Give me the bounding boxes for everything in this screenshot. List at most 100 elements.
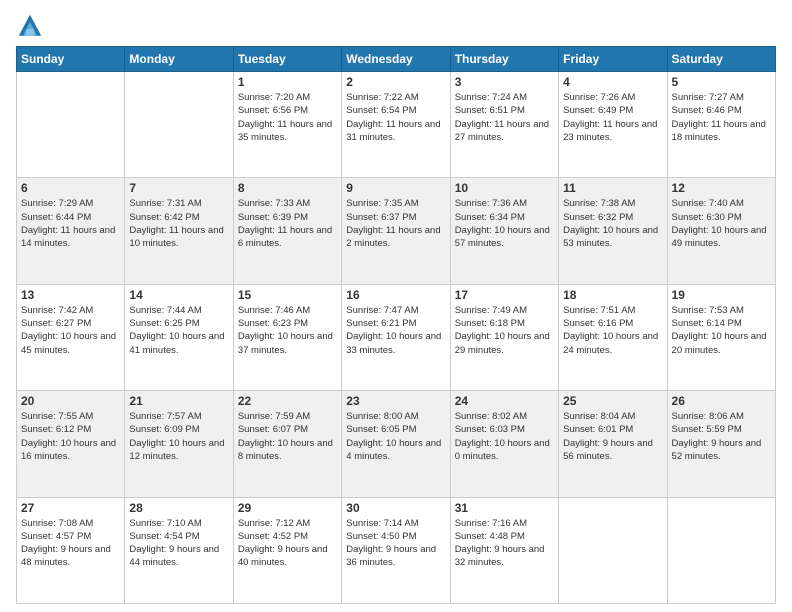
calendar-cell: 3Sunrise: 7:24 AMSunset: 6:51 PMDaylight… xyxy=(450,72,558,178)
day-number: 22 xyxy=(238,394,337,408)
calendar-cell: 30 Sunrise: 7:14 AMSunset: 4:50 PMDayligh… xyxy=(342,497,450,603)
day-number: 11 xyxy=(563,181,662,195)
logo xyxy=(16,12,48,40)
calendar-cell: 19 Sunrise: 7:53 AMSunset: 6:14 PMDayligh… xyxy=(667,284,775,390)
calendar-cell: 18 Sunrise: 7:51 AMSunset: 6:16 PMDayligh… xyxy=(559,284,667,390)
day-number: 23 xyxy=(346,394,445,408)
calendar-cell: 31Sunrise: 7:16 AMSunset: 4:48 PMDayligh… xyxy=(450,497,558,603)
day-detail: Sunrise: 7:10 AMSunset: 4:54 PMDaylight:… xyxy=(129,517,228,570)
day-detail: Sunrise: 7:14 AMSunset: 4:50 PMDaylight:… xyxy=(346,517,445,570)
day-detail: Sunrise: 7:08 AMSunset: 4:57 PMDaylight:… xyxy=(21,517,120,570)
day-detail: Sunrise: 7:20 AMSunset: 6:56 PMDaylight:… xyxy=(238,91,337,144)
day-number: 24 xyxy=(455,394,554,408)
day-number: 13 xyxy=(21,288,120,302)
calendar-cell: 16 Sunrise: 7:47 AMSunset: 6:21 PMDayligh… xyxy=(342,284,450,390)
day-detail: Sunrise: 7:44 AMSunset: 6:25 PMDaylight:… xyxy=(129,304,228,357)
day-number: 26 xyxy=(672,394,771,408)
calendar-cell: 8 Sunrise: 7:33 AMSunset: 6:39 PMDaylight… xyxy=(233,178,341,284)
calendar-cell: 10Sunrise: 7:36 AMSunset: 6:34 PMDayligh… xyxy=(450,178,558,284)
day-number: 27 xyxy=(21,501,120,515)
day-number: 3 xyxy=(455,75,554,89)
calendar-week-row: 1 Sunrise: 7:20 AMSunset: 6:56 PMDaylight… xyxy=(17,72,776,178)
calendar-cell: 24 Sunrise: 8:02 AMSunset: 6:03 PMDayligh… xyxy=(450,391,558,497)
calendar-cell: 14 Sunrise: 7:44 AMSunset: 6:25 PMDayligh… xyxy=(125,284,233,390)
day-of-week-header: Tuesday xyxy=(233,47,341,72)
day-detail: Sunrise: 7:40 AMSunset: 6:30 PMDaylight:… xyxy=(672,197,771,250)
day-number: 4 xyxy=(563,75,662,89)
day-number: 30 xyxy=(346,501,445,515)
calendar-cell xyxy=(559,497,667,603)
calendar-cell: 20 Sunrise: 7:55 AMSunset: 6:12 PMDayligh… xyxy=(17,391,125,497)
day-number: 29 xyxy=(238,501,337,515)
day-number: 7 xyxy=(129,181,228,195)
day-number: 9 xyxy=(346,181,445,195)
day-detail: Sunrise: 7:27 AMSunset: 6:46 PMDaylight:… xyxy=(672,91,771,144)
day-of-week-header: Sunday xyxy=(17,47,125,72)
calendar-cell: 11Sunrise: 7:38 AMSunset: 6:32 PMDayligh… xyxy=(559,178,667,284)
day-of-week-header: Friday xyxy=(559,47,667,72)
day-detail: Sunrise: 8:06 AMSunset: 5:59 PMDaylight:… xyxy=(672,410,771,463)
calendar-week-row: 6Sunrise: 7:29 AMSunset: 6:44 PMDaylight… xyxy=(17,178,776,284)
day-detail: Sunrise: 7:51 AMSunset: 6:16 PMDaylight:… xyxy=(563,304,662,357)
day-detail: Sunrise: 7:22 AMSunset: 6:54 PMDaylight:… xyxy=(346,91,445,144)
calendar-week-row: 13 Sunrise: 7:42 AMSunset: 6:27 PMDayligh… xyxy=(17,284,776,390)
day-number: 8 xyxy=(238,181,337,195)
day-detail: Sunrise: 8:04 AMSunset: 6:01 PMDaylight:… xyxy=(563,410,662,463)
day-number: 28 xyxy=(129,501,228,515)
day-detail: Sunrise: 7:57 AMSunset: 6:09 PMDaylight:… xyxy=(129,410,228,463)
logo-icon xyxy=(16,12,44,40)
calendar-table: SundayMondayTuesdayWednesdayThursdayFrid… xyxy=(16,46,776,604)
calendar-week-row: 27 Sunrise: 7:08 AMSunset: 4:57 PMDayligh… xyxy=(17,497,776,603)
calendar-cell: 28 Sunrise: 7:10 AMSunset: 4:54 PMDayligh… xyxy=(125,497,233,603)
calendar-cell: 4 Sunrise: 7:26 AMSunset: 6:49 PMDaylight… xyxy=(559,72,667,178)
calendar-cell: 29 Sunrise: 7:12 AMSunset: 4:52 PMDayligh… xyxy=(233,497,341,603)
day-detail: Sunrise: 7:42 AMSunset: 6:27 PMDaylight:… xyxy=(21,304,120,357)
day-of-week-header: Monday xyxy=(125,47,233,72)
calendar-cell: 9 Sunrise: 7:35 AMSunset: 6:37 PMDaylight… xyxy=(342,178,450,284)
day-number: 16 xyxy=(346,288,445,302)
day-number: 10 xyxy=(455,181,554,195)
day-detail: Sunrise: 8:00 AMSunset: 6:05 PMDaylight:… xyxy=(346,410,445,463)
day-number: 31 xyxy=(455,501,554,515)
day-number: 25 xyxy=(563,394,662,408)
calendar-cell xyxy=(125,72,233,178)
calendar-cell: 21 Sunrise: 7:57 AMSunset: 6:09 PMDayligh… xyxy=(125,391,233,497)
day-detail: Sunrise: 7:35 AMSunset: 6:37 PMDaylight:… xyxy=(346,197,445,250)
day-detail: Sunrise: 7:49 AMSunset: 6:18 PMDaylight:… xyxy=(455,304,554,357)
calendar-cell: 13 Sunrise: 7:42 AMSunset: 6:27 PMDayligh… xyxy=(17,284,125,390)
calendar-cell: 15Sunrise: 7:46 AMSunset: 6:23 PMDayligh… xyxy=(233,284,341,390)
day-number: 1 xyxy=(238,75,337,89)
calendar-cell: 6Sunrise: 7:29 AMSunset: 6:44 PMDaylight… xyxy=(17,178,125,284)
calendar-cell: 26 Sunrise: 8:06 AMSunset: 5:59 PMDayligh… xyxy=(667,391,775,497)
calendar-cell: 7 Sunrise: 7:31 AMSunset: 6:42 PMDaylight… xyxy=(125,178,233,284)
day-number: 6 xyxy=(21,181,120,195)
calendar-cell: 5 Sunrise: 7:27 AMSunset: 6:46 PMDaylight… xyxy=(667,72,775,178)
day-number: 5 xyxy=(672,75,771,89)
day-detail: Sunrise: 7:46 AMSunset: 6:23 PMDaylight:… xyxy=(238,304,337,357)
day-detail: Sunrise: 7:31 AMSunset: 6:42 PMDaylight:… xyxy=(129,197,228,250)
day-number: 20 xyxy=(21,394,120,408)
day-detail: Sunrise: 7:59 AMSunset: 6:07 PMDaylight:… xyxy=(238,410,337,463)
day-number: 21 xyxy=(129,394,228,408)
page-header xyxy=(16,12,776,40)
calendar-cell xyxy=(17,72,125,178)
day-detail: Sunrise: 7:33 AMSunset: 6:39 PMDaylight:… xyxy=(238,197,337,250)
day-number: 14 xyxy=(129,288,228,302)
day-of-week-header: Wednesday xyxy=(342,47,450,72)
day-detail: Sunrise: 7:47 AMSunset: 6:21 PMDaylight:… xyxy=(346,304,445,357)
day-number: 12 xyxy=(672,181,771,195)
day-number: 19 xyxy=(672,288,771,302)
day-detail: Sunrise: 7:53 AMSunset: 6:14 PMDaylight:… xyxy=(672,304,771,357)
calendar-cell xyxy=(667,497,775,603)
day-number: 18 xyxy=(563,288,662,302)
calendar-week-row: 20 Sunrise: 7:55 AMSunset: 6:12 PMDayligh… xyxy=(17,391,776,497)
calendar-cell: 22 Sunrise: 7:59 AMSunset: 6:07 PMDayligh… xyxy=(233,391,341,497)
day-number: 2 xyxy=(346,75,445,89)
day-detail: Sunrise: 7:26 AMSunset: 6:49 PMDaylight:… xyxy=(563,91,662,144)
day-of-week-header: Saturday xyxy=(667,47,775,72)
calendar-header-row: SundayMondayTuesdayWednesdayThursdayFrid… xyxy=(17,47,776,72)
calendar-cell: 23 Sunrise: 8:00 AMSunset: 6:05 PMDayligh… xyxy=(342,391,450,497)
day-detail: Sunrise: 8:02 AMSunset: 6:03 PMDaylight:… xyxy=(455,410,554,463)
day-detail: Sunrise: 7:55 AMSunset: 6:12 PMDaylight:… xyxy=(21,410,120,463)
day-detail: Sunrise: 7:12 AMSunset: 4:52 PMDaylight:… xyxy=(238,517,337,570)
